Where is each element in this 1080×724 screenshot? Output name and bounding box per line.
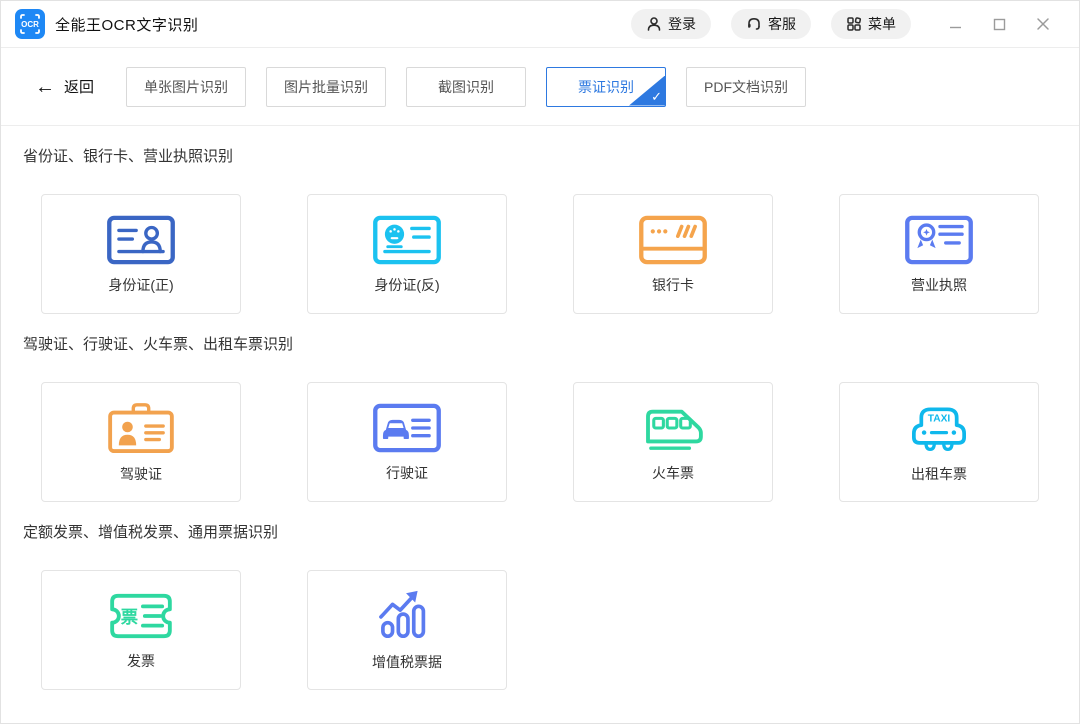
business-license-icon xyxy=(904,215,974,265)
maximize-button[interactable] xyxy=(977,9,1021,39)
tab-screenshot-ocr[interactable]: 截图识别 xyxy=(406,67,526,107)
card-row-1: 身份证(正) 身份证(反) xyxy=(41,194,1079,314)
card-label: 行驶证 xyxy=(386,463,428,483)
card-business-license[interactable]: 营业执照 xyxy=(839,194,1039,314)
invoice-icon: 票 xyxy=(106,591,176,641)
minimize-icon xyxy=(949,18,962,31)
tab-label: 图片批量识别 xyxy=(284,77,368,97)
tab-pdf-ocr[interactable]: PDF文档识别 xyxy=(686,67,806,107)
app-logo-icon: OCR xyxy=(15,9,45,39)
card-label: 驾驶证 xyxy=(120,464,162,484)
card-row-3: 票 发票 增值税票据 xyxy=(41,570,1079,690)
tab-single-image-ocr[interactable]: 单张图片识别 xyxy=(126,67,246,107)
taxi-receipt-icon: TAXI xyxy=(904,400,974,454)
back-label: 返回 xyxy=(64,76,94,97)
card-label: 出租车票 xyxy=(911,464,967,484)
taxi-icon-text: TAXI xyxy=(928,413,951,424)
login-button[interactable]: 登录 xyxy=(631,9,711,39)
close-icon xyxy=(1036,17,1050,31)
tab-ticket-ocr[interactable]: 票证识别 ✓ xyxy=(546,67,666,107)
card-label: 增值税票据 xyxy=(372,652,442,672)
card-label: 身份证(反) xyxy=(374,275,439,295)
card-id-card-front[interactable]: 身份证(正) xyxy=(41,194,241,314)
tab-label: 票证识别 xyxy=(578,77,634,97)
login-label: 登录 xyxy=(668,14,696,34)
tab-label: 截图识别 xyxy=(438,77,494,97)
section-title-driving-train-taxi: 驾驶证、行驶证、火车票、出租车票识别 xyxy=(23,334,1079,356)
back-button[interactable]: ← 返回 xyxy=(35,76,94,97)
menu-label: 菜单 xyxy=(868,14,896,34)
tab-label: PDF文档识别 xyxy=(704,77,788,97)
back-arrow-icon: ← xyxy=(35,77,55,97)
vat-receipt-icon xyxy=(372,588,442,642)
tab-label: 单张图片识别 xyxy=(144,77,228,97)
app-logo-text: OCR xyxy=(21,20,39,29)
app-window: OCR 全能王OCR文字识别 登录 客服 xyxy=(0,0,1080,724)
tab-batch-image-ocr[interactable]: 图片批量识别 xyxy=(266,67,386,107)
card-label: 营业执照 xyxy=(911,275,967,295)
id-card-back-icon xyxy=(372,215,442,265)
section-title-invoices: 定额发票、增值税发票、通用票据识别 xyxy=(23,522,1079,544)
driver-license-icon xyxy=(106,400,176,454)
minimize-button[interactable] xyxy=(933,9,977,39)
train-ticket-icon xyxy=(638,403,708,453)
card-id-card-back[interactable]: 身份证(反) xyxy=(307,194,507,314)
card-vehicle-license[interactable]: 行驶证 xyxy=(307,382,507,502)
card-row-2: 驾驶证 行驶证 火车票 xyxy=(41,382,1079,502)
selected-corner: ✓ xyxy=(629,76,665,106)
card-label: 发票 xyxy=(127,651,155,671)
grid-menu-icon xyxy=(846,16,862,32)
titlebar: OCR 全能王OCR文字识别 登录 客服 xyxy=(1,1,1079,48)
card-invoice[interactable]: 票 发票 xyxy=(41,570,241,690)
maximize-icon xyxy=(993,18,1006,31)
support-label: 客服 xyxy=(768,14,796,34)
section-title-id-bank-license: 省份证、银行卡、营业执照识别 xyxy=(23,146,1079,168)
card-label: 火车票 xyxy=(652,463,694,483)
tab-bar: ← 返回 单张图片识别 图片批量识别 截图识别 票证识别 ✓ PDF文档识别 xyxy=(1,48,1079,126)
user-icon xyxy=(646,16,662,32)
vehicle-license-icon xyxy=(372,403,442,453)
close-button[interactable] xyxy=(1021,9,1065,39)
headset-icon xyxy=(746,16,762,32)
invoice-icon-text: 票 xyxy=(121,607,138,627)
bank-card-icon xyxy=(638,215,708,265)
card-train-ticket[interactable]: 火车票 xyxy=(573,382,773,502)
menu-button[interactable]: 菜单 xyxy=(831,9,911,39)
id-card-front-icon xyxy=(106,215,176,265)
card-vat-receipt[interactable]: 增值税票据 xyxy=(307,570,507,690)
card-label: 身份证(正) xyxy=(108,275,173,295)
card-label: 银行卡 xyxy=(652,275,694,295)
window-controls xyxy=(933,9,1065,39)
card-taxi-receipt[interactable]: TAXI 出租车票 xyxy=(839,382,1039,502)
card-bank-card[interactable]: 银行卡 xyxy=(573,194,773,314)
support-button[interactable]: 客服 xyxy=(731,9,811,39)
check-icon: ✓ xyxy=(651,89,662,105)
card-driver-license[interactable]: 驾驶证 xyxy=(41,382,241,502)
window-title: 全能王OCR文字识别 xyxy=(55,14,198,35)
